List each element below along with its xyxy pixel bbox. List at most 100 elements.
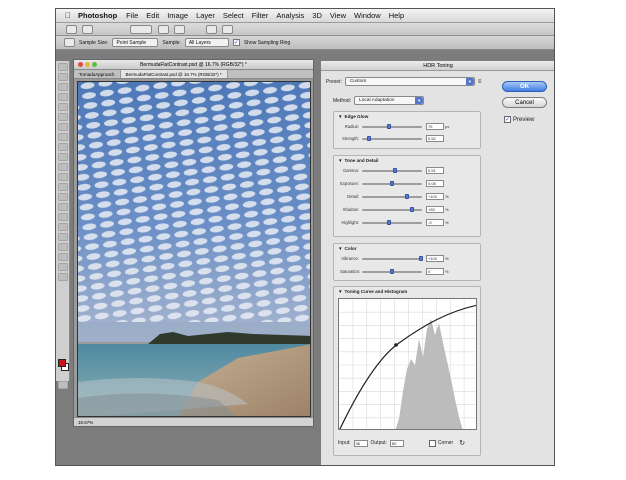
zoom-icon[interactable] bbox=[92, 62, 97, 67]
saturation-slider[interactable] bbox=[362, 268, 422, 274]
edge-glow-group: ▼ Edge Glow Radius: 75 px Strength: 0.52 bbox=[333, 111, 481, 149]
menu-filter[interactable]: Filter bbox=[252, 11, 269, 20]
minibridge-button[interactable] bbox=[82, 25, 93, 34]
tone-detail-title[interactable]: ▼ Tone and Detail bbox=[338, 158, 378, 163]
zoom-level-button[interactable] bbox=[130, 25, 152, 34]
foreground-color-swatch[interactable] bbox=[58, 359, 66, 367]
show-sampling-ring-checkbox[interactable]: ✓ bbox=[232, 39, 240, 46]
quick-select-tool-icon[interactable] bbox=[58, 93, 68, 101]
clone-stamp-tool-icon[interactable] bbox=[58, 143, 68, 151]
preset-options-icon[interactable]: ≡ bbox=[478, 79, 482, 85]
detail-field[interactable]: +100 bbox=[426, 193, 444, 200]
menu-image[interactable]: Image bbox=[167, 11, 188, 20]
gamma-thumb[interactable] bbox=[393, 167, 397, 173]
gamma-field[interactable]: 0.51 bbox=[426, 167, 444, 174]
menu-edit[interactable]: Edit bbox=[146, 11, 159, 20]
input-field[interactable]: 36 bbox=[353, 439, 368, 447]
radius-thumb[interactable] bbox=[387, 123, 391, 129]
toning-curve-graph[interactable] bbox=[338, 298, 477, 430]
highlight-slider[interactable] bbox=[362, 219, 422, 225]
chevron-down-icon: ▼ bbox=[465, 78, 474, 85]
saturation-field[interactable]: 0 bbox=[426, 268, 444, 275]
method-select[interactable]: Local Adaptation ▼ bbox=[354, 96, 425, 105]
blur-tool-icon[interactable] bbox=[58, 183, 68, 191]
3d-orbit-tool-icon[interactable] bbox=[58, 253, 68, 261]
menu-app-name[interactable]: Photoshop bbox=[78, 11, 117, 20]
preset-select[interactable]: Custom ▼ bbox=[344, 77, 475, 86]
bridge-button[interactable] bbox=[66, 25, 77, 34]
color-title[interactable]: ▼ Color bbox=[338, 246, 357, 251]
exposure-thumb[interactable] bbox=[390, 180, 394, 186]
gradient-tool-icon[interactable] bbox=[58, 173, 68, 181]
tab-tornado[interactable]: TornadoApproach bbox=[74, 70, 121, 78]
path-select-tool-icon[interactable] bbox=[58, 223, 68, 231]
rotate-view-button[interactable] bbox=[174, 25, 185, 34]
ok-button[interactable]: OK bbox=[502, 81, 547, 92]
healing-tool-icon[interactable] bbox=[58, 123, 68, 131]
menu-layer[interactable]: Layer bbox=[196, 11, 215, 20]
crop-tool-icon[interactable] bbox=[58, 103, 68, 111]
lasso-tool-icon[interactable] bbox=[58, 83, 68, 91]
hand-tool-icon[interactable] bbox=[58, 263, 68, 271]
toning-curve-title[interactable]: ▼ Toning Curve and Histogram bbox=[338, 289, 407, 294]
detail-slider[interactable] bbox=[362, 193, 422, 199]
gamma-slider[interactable] bbox=[362, 167, 422, 173]
menu-file[interactable]: File bbox=[126, 11, 138, 20]
quick-mask-icon[interactable] bbox=[58, 381, 68, 389]
minimize-icon[interactable] bbox=[85, 62, 90, 67]
zoom-tool-icon[interactable] bbox=[58, 273, 68, 281]
menu-help[interactable]: Help bbox=[389, 11, 404, 20]
eyedropper-tool-icon[interactable] bbox=[58, 113, 68, 121]
cancel-button[interactable]: Cancel bbox=[502, 97, 547, 108]
eyedropper-icon[interactable] bbox=[64, 38, 75, 47]
menu-analysis[interactable]: Analysis bbox=[276, 11, 304, 20]
detail-thumb[interactable] bbox=[405, 193, 409, 199]
close-icon[interactable] bbox=[78, 62, 83, 67]
shadow-thumb[interactable] bbox=[409, 206, 414, 212]
preview-checkbox[interactable]: ✓ bbox=[504, 116, 511, 123]
vibrance-slider[interactable] bbox=[362, 255, 423, 261]
saturation-thumb[interactable] bbox=[390, 268, 394, 274]
menu-select[interactable]: Select bbox=[223, 11, 244, 20]
type-tool-icon[interactable] bbox=[58, 213, 68, 221]
menu-window[interactable]: Window bbox=[354, 11, 381, 20]
screen-mode-button[interactable] bbox=[222, 25, 233, 34]
marquee-tool-icon[interactable] bbox=[58, 73, 68, 81]
pen-tool-icon[interactable] bbox=[58, 203, 68, 211]
history-brush-tool-icon[interactable] bbox=[58, 153, 68, 161]
highlight-thumb[interactable] bbox=[387, 219, 391, 225]
sample-size-select[interactable]: Point Sample bbox=[112, 38, 159, 47]
dodge-tool-icon[interactable] bbox=[58, 193, 68, 201]
output-field[interactable]: 60 bbox=[389, 439, 404, 447]
eraser-tool-icon[interactable] bbox=[58, 163, 68, 171]
3d-rotate-tool-icon[interactable] bbox=[58, 243, 68, 251]
menu-view[interactable]: View bbox=[330, 11, 346, 20]
strength-slider[interactable] bbox=[362, 135, 422, 141]
shape-tool-icon[interactable] bbox=[58, 233, 68, 241]
shadow-slider[interactable] bbox=[362, 206, 422, 212]
strength-field[interactable]: 0.52 bbox=[426, 135, 444, 142]
zoom-readout[interactable]: 16.67% bbox=[78, 420, 93, 425]
exposure-slider[interactable] bbox=[362, 180, 422, 186]
exposure-field[interactable]: 0.08 bbox=[426, 180, 444, 187]
move-tool-icon[interactable] bbox=[58, 63, 68, 71]
vibrance-field[interactable]: +100 bbox=[426, 255, 444, 262]
document-canvas-photo[interactable] bbox=[77, 81, 311, 417]
tab-bermuda[interactable]: BermudaFlatContrast.psd @ 16.7% (RGB/32*… bbox=[120, 70, 228, 78]
radius-slider[interactable] bbox=[362, 123, 422, 129]
highlight-field[interactable]: -9 bbox=[426, 219, 444, 226]
arrange-documents-button[interactable] bbox=[206, 25, 217, 34]
brush-tool-icon[interactable] bbox=[58, 133, 68, 141]
apple-icon[interactable]:  bbox=[62, 11, 74, 20]
shadow-field[interactable]: +83 bbox=[426, 206, 444, 213]
corner-checkbox[interactable] bbox=[428, 439, 436, 447]
radius-field[interactable]: 75 bbox=[426, 123, 444, 130]
hand-tool-button[interactable] bbox=[158, 25, 169, 34]
document-title-bar[interactable]: BermudaFlatContrast.psd @ 16.7% (RGB/32*… bbox=[74, 60, 313, 70]
sample-select[interactable]: All Layers bbox=[184, 38, 229, 47]
reset-curve-icon[interactable]: ↻ bbox=[459, 439, 465, 447]
strength-thumb[interactable] bbox=[367, 135, 372, 141]
edge-glow-title[interactable]: ▼ Edge Glow bbox=[338, 114, 368, 119]
vibrance-thumb[interactable] bbox=[418, 255, 423, 261]
menu-3d[interactable]: 3D bbox=[312, 11, 322, 20]
